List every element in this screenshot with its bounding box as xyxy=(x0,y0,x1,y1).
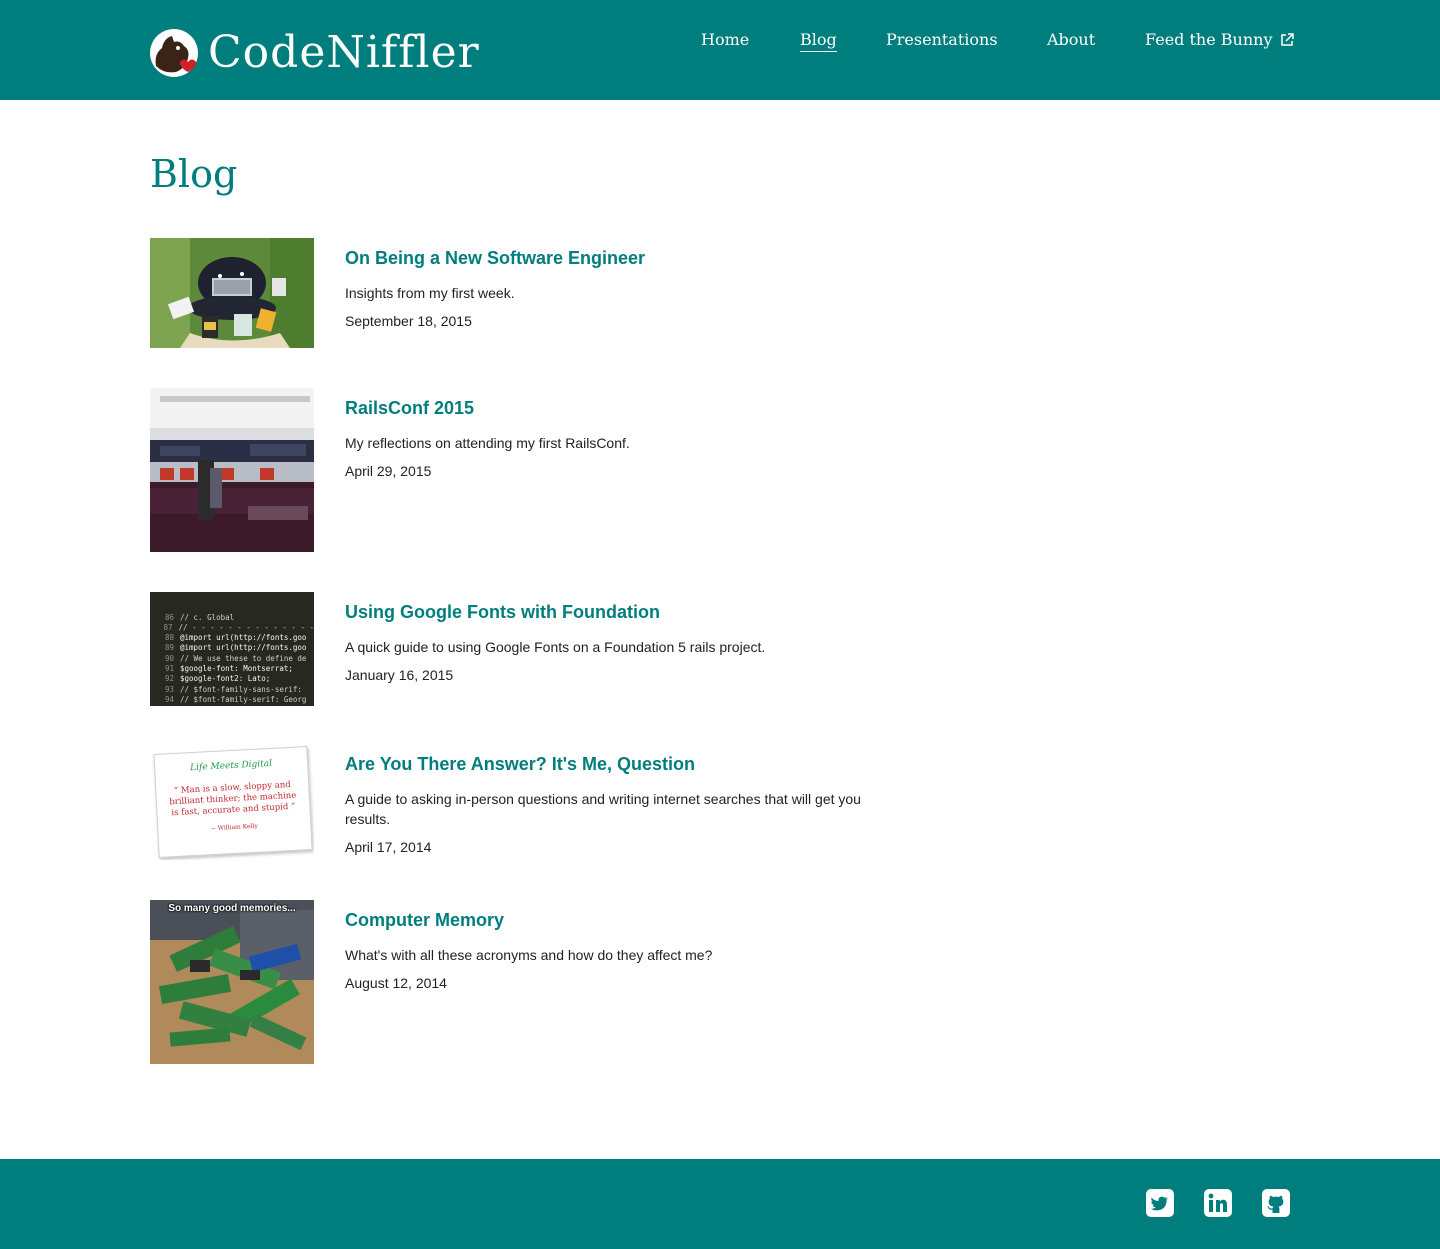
code-line-text: // $font-family-sans-serif: xyxy=(180,684,302,694)
post-body: On Being a New Software Engineer Insight… xyxy=(345,248,905,329)
page-title: Blog xyxy=(150,152,238,196)
conference-registration-photo xyxy=(150,388,314,552)
code-line-text: // $font-family-serif: Georg xyxy=(180,694,307,704)
twitter-icon[interactable] xyxy=(1146,1189,1174,1217)
post-thumbnail[interactable] xyxy=(150,238,314,348)
nav-presentations-link[interactable]: Presentations xyxy=(886,30,998,49)
post-date: September 18, 2015 xyxy=(345,313,472,329)
nav-item-about[interactable]: About xyxy=(1047,30,1095,50)
code-line-text: // - - - - - - - - - - - - - - xyxy=(178,622,314,632)
logo-wordmark: CodeNiffler xyxy=(208,27,480,78)
rabbit-logo-icon xyxy=(150,28,200,78)
blog-post-item: Life Meets Digital “ Man is a slow, slop… xyxy=(150,744,910,860)
post-description: A quick guide to using Google Fonts on a… xyxy=(345,639,766,655)
code-line: 93 // $font-family-sans-serif: xyxy=(150,685,314,695)
code-line-number: 86 xyxy=(164,612,174,622)
post-date: April 29, 2015 xyxy=(345,463,432,479)
code-line-number: 93 xyxy=(164,684,174,694)
code-line: 91 $google-font: Montserrat; xyxy=(150,664,314,674)
ram-sticks-photo xyxy=(150,900,314,1064)
site-header: CodeNiffler Home Blog Presentations Abou… xyxy=(0,0,1440,100)
nav-item-home[interactable]: Home xyxy=(701,30,749,50)
code-editor-screenshot: 86 // c. Global 87 // - - - - - - - - - - -… xyxy=(150,592,315,706)
code-line-text: // $font-family-monospace: C xyxy=(180,705,306,706)
code-line-text: @import url(http://fonts.goo xyxy=(180,633,307,643)
code-line: 90 // We use these to define de xyxy=(150,654,314,664)
code-line-text: @import url(http://fonts.goo xyxy=(180,643,307,653)
post-description: A guide to asking in-person questions an… xyxy=(345,791,861,827)
code-line: 87 // - - - - - - - - - - - - - - xyxy=(150,622,315,633)
post-description: What's with all these acronyms and how d… xyxy=(345,947,713,963)
post-title-link[interactable]: On Being a New Software Engineer xyxy=(345,248,905,269)
post-thumbnail[interactable]: 86 // c. Global 87 // - - - - - - - - - - -… xyxy=(150,592,314,706)
post-date: August 12, 2014 xyxy=(345,975,447,991)
post-description: Insights from my first week. xyxy=(345,285,515,301)
code-line-number: 95 xyxy=(150,705,180,706)
card-author: ~ William Kelly xyxy=(210,822,258,833)
code-line-text: $google-font: Montserrat; xyxy=(180,664,293,674)
linkedin-icon[interactable] xyxy=(1204,1189,1232,1217)
post-thumbnail[interactable]: So many good memories... xyxy=(150,900,314,1064)
code-line-number: 89 xyxy=(164,643,174,653)
site-footer xyxy=(0,1159,1440,1249)
post-date: April 17, 2014 xyxy=(345,839,432,855)
code-line-number: 90 xyxy=(164,653,174,663)
code-line-number: 91 xyxy=(164,664,174,674)
post-body: Computer Memory What's with all these ac… xyxy=(345,910,905,991)
code-line: 86 // c. Global xyxy=(150,613,314,623)
post-body: Using Google Fonts with Foundation A qui… xyxy=(345,602,905,683)
nav-item-presentations[interactable]: Presentations xyxy=(886,30,998,50)
post-body: RailsConf 2015 My reflections on attendi… xyxy=(345,398,905,479)
github-icon[interactable] xyxy=(1262,1189,1290,1217)
post-title-link[interactable]: Using Google Fonts with Foundation xyxy=(345,602,905,623)
post-title-link[interactable]: RailsConf 2015 xyxy=(345,398,905,419)
quote-card-image: Life Meets Digital “ Man is a slow, slop… xyxy=(153,746,313,858)
code-line-number: 94 xyxy=(164,694,174,704)
post-title-link[interactable]: Are You There Answer? It's Me, Question xyxy=(345,754,905,775)
code-line-number: 92 xyxy=(164,674,174,684)
nav-item-blog[interactable]: Blog xyxy=(800,30,837,52)
code-line: 89 @import url(http://fonts.goo xyxy=(150,643,314,653)
code-line-number: 87 xyxy=(163,622,173,632)
code-line: 88 @import url(http://fonts.goo xyxy=(150,633,314,643)
post-description: My reflections on attending my first Rai… xyxy=(345,435,630,451)
blog-post-item: RailsConf 2015 My reflections on attendi… xyxy=(150,388,910,552)
blog-post-item: On Being a New Software Engineer Insight… xyxy=(150,238,910,348)
post-thumbnail[interactable]: Life Meets Digital “ Man is a slow, slop… xyxy=(150,744,314,860)
nav-about-link[interactable]: About xyxy=(1047,30,1095,49)
code-line-number: 88 xyxy=(164,633,174,643)
code-line-text: $google-font2: Lato; xyxy=(180,674,271,684)
code-line-text: // c. Global xyxy=(180,612,235,622)
site-logo[interactable]: CodeNiffler xyxy=(150,26,480,80)
nav-item-feed-the-bunny[interactable]: Feed the Bunny xyxy=(1145,30,1295,49)
post-body: Are You There Answer? It's Me, Question … xyxy=(345,754,905,855)
code-line: 95// $font-family-monospace: C xyxy=(150,705,314,706)
code-line: 94 // $font-family-serif: Georg xyxy=(150,695,314,705)
code-line-text: // We use these to define de xyxy=(180,653,307,663)
post-title-link[interactable]: Computer Memory xyxy=(345,910,905,931)
photo-caption: So many good memories... xyxy=(168,903,296,914)
laptop-on-grass-photo xyxy=(150,238,314,348)
card-heading: Life Meets Digital xyxy=(189,758,273,774)
nav-feed-the-bunny-link[interactable]: Feed the Bunny xyxy=(1145,30,1273,49)
blog-post-item: 86 // c. Global 87 // - - - - - - - - - - -… xyxy=(150,592,910,706)
nav-home-link[interactable]: Home xyxy=(701,30,749,49)
post-date: January 16, 2015 xyxy=(345,667,454,683)
post-thumbnail[interactable] xyxy=(150,388,314,552)
nav-blog-link[interactable]: Blog xyxy=(800,30,837,52)
external-link-icon xyxy=(1279,32,1295,48)
code-line: 92 $google-font2: Lato; xyxy=(150,674,314,684)
blog-post-item: So many good memories... Computer Memory… xyxy=(150,900,910,1064)
card-quote: “ Man is a slow, sloppy and brilliant th… xyxy=(169,779,297,819)
